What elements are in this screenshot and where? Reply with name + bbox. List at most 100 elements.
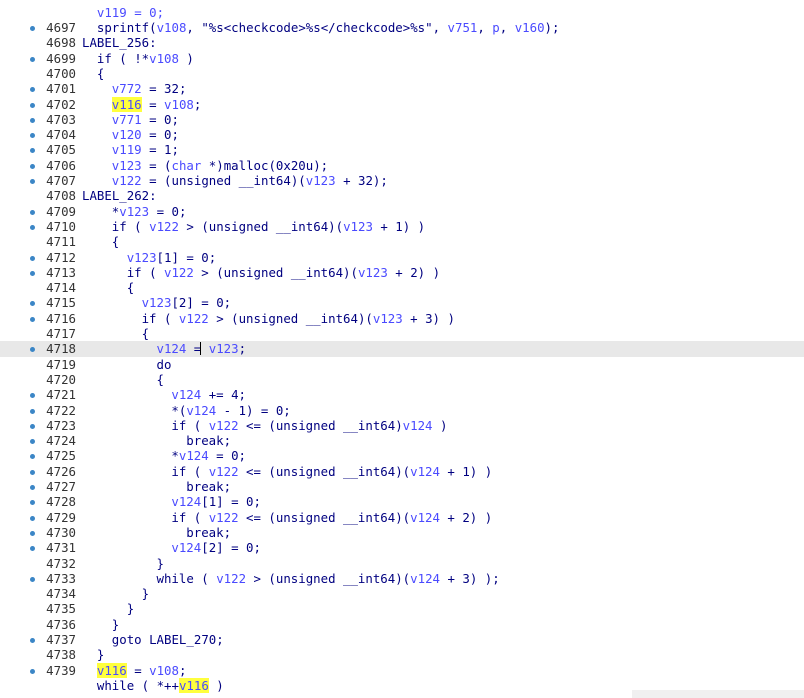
breakpoint-dot-icon[interactable]	[30, 255, 35, 261]
breakpoint-dot-icon[interactable]	[30, 485, 35, 490]
code-line[interactable]: 4731 v124[2] = 0;	[0, 540, 804, 555]
variable-token[interactable]: v124	[410, 464, 440, 479]
code-text[interactable]: break;	[186, 525, 231, 540]
code-line[interactable]: 4705 v119 = 1;	[0, 142, 804, 157]
variable-token[interactable]: v108	[149, 663, 179, 678]
code-text[interactable]: {	[97, 66, 104, 81]
code-line[interactable]: 4702 v116 = v108;	[0, 96, 804, 112]
variable-token[interactable]: v122	[209, 464, 239, 479]
code-text[interactable]: v772 = 32;	[112, 81, 187, 96]
variable-token[interactable]: v108	[149, 51, 179, 66]
code-text[interactable]: v123 = (char *)malloc(0x20u);	[112, 158, 328, 173]
breakpoint-dot-icon[interactable]	[30, 301, 35, 307]
code-line[interactable]: 4734}	[0, 586, 804, 601]
code-line[interactable]: 4708 LABEL_262:	[0, 188, 804, 203]
breakpoint-dot-icon[interactable]	[30, 576, 35, 582]
code-text[interactable]: v123[1] = 0;	[127, 250, 217, 265]
code-text[interactable]: if ( v122 <= (unsigned __int64)(v124 + 1…	[171, 464, 492, 479]
variable-token[interactable]: v122	[164, 265, 194, 280]
code-text[interactable]: }	[127, 601, 134, 616]
breakpoint-dot-icon[interactable]	[30, 179, 35, 184]
code-line[interactable]: 4704 v120 = 0;	[0, 127, 804, 142]
code-line[interactable]: 4729 if ( v122 <= (unsigned __int64)(v124…	[0, 510, 804, 525]
code-text[interactable]: if ( !*v108 )	[97, 51, 194, 66]
code-line[interactable]: 4712 v123[1] = 0;	[0, 250, 804, 265]
code-line[interactable]: 4723 if ( v122 <= (unsigned __int64)v124 …	[0, 418, 804, 433]
breakpoint-dot-icon[interactable]	[30, 546, 35, 552]
breakpoint-dot-icon[interactable]	[30, 347, 35, 353]
code-line[interactable]: 4713 if ( v122 > (unsigned __int64)(v123 …	[0, 265, 804, 280]
breakpoint-dot-icon[interactable]	[30, 393, 35, 399]
code-line[interactable]: 4739 v116 = v108;	[0, 662, 804, 678]
code-text[interactable]: break;	[186, 433, 231, 448]
code-line[interactable]: 4722 *(v124 - 1) = 0;	[0, 403, 804, 418]
code-line[interactable]: 4717 {	[0, 326, 804, 341]
breakpoint-dot-icon[interactable]	[30, 530, 35, 536]
breakpoint-dot-icon[interactable]	[30, 163, 35, 169]
code-text[interactable]: LABEL_256:	[82, 35, 157, 50]
variable-token[interactable]: v116	[178, 677, 209, 693]
code-text[interactable]: {	[127, 280, 134, 295]
variable-token[interactable]: v108	[164, 97, 194, 112]
variable-token[interactable]: v122	[209, 418, 239, 433]
code-text[interactable]: v123[2] = 0;	[142, 295, 232, 310]
code-text[interactable]: do	[157, 357, 172, 372]
variable-token[interactable]: v123	[127, 250, 157, 265]
code-line[interactable]: 4728 v124[1] = 0;	[0, 494, 804, 509]
breakpoint-dot-icon[interactable]	[30, 439, 35, 445]
code-text[interactable]: v116 = v108;	[96, 662, 186, 678]
variable-token[interactable]: v124	[171, 387, 201, 402]
code-text[interactable]: v122 = (unsigned __int64)(v123 + 32);	[112, 173, 388, 188]
variable-token[interactable]: v108	[157, 20, 187, 35]
variable-token[interactable]: v122	[149, 219, 179, 234]
variable-token[interactable]: v123	[373, 311, 403, 326]
code-line[interactable]: 4719 do	[0, 357, 804, 372]
code-text[interactable]: while ( v122 > (unsigned __int64)(v124 +…	[157, 571, 500, 586]
code-text[interactable]: }	[142, 586, 149, 601]
breakpoint-dot-icon[interactable]	[30, 668, 35, 674]
code-line[interactable]: 4726 if ( v122 <= (unsigned __int64)(v124…	[0, 464, 804, 479]
variable-token[interactable]: v124	[410, 571, 440, 586]
code-text[interactable]: sprintf(v108, "%s<checkcode>%s</checkcod…	[97, 20, 560, 35]
breakpoint-dot-icon[interactable]	[30, 209, 35, 215]
variable-token[interactable]: v122	[216, 571, 246, 586]
variable-token[interactable]: v122	[209, 510, 239, 525]
breakpoint-dot-icon[interactable]	[30, 454, 35, 460]
breakpoint-dot-icon[interactable]	[30, 117, 35, 123]
code-line[interactable]: 4732}	[0, 556, 804, 571]
code-text[interactable]: break;	[186, 479, 231, 494]
variable-token[interactable]: v122	[179, 311, 209, 326]
variable-token[interactable]: char	[171, 158, 201, 173]
code-line[interactable]: 4735}	[0, 601, 804, 616]
variable-token[interactable]: v124	[157, 341, 187, 356]
code-line[interactable]: 4721 v124 += 4;	[0, 387, 804, 402]
code-line[interactable]: 4709 *v123 = 0;	[0, 204, 804, 219]
variable-token[interactable]: v123	[119, 204, 149, 219]
code-line[interactable]: 4716 if ( v122 > (unsigned __int64)(v123 …	[0, 311, 804, 326]
code-text[interactable]: if ( v122 > (unsigned __int64)(v123 + 3)…	[142, 311, 455, 326]
code-text[interactable]: if ( v122 <= (unsigned __int64)(v124 + 2…	[171, 510, 492, 525]
variable-token[interactable]: v123	[142, 295, 172, 310]
code-line[interactable]: 4701 v772 = 32;	[0, 81, 804, 96]
breakpoint-dot-icon[interactable]	[30, 270, 35, 276]
variable-token[interactable]: v122	[112, 173, 142, 188]
breakpoint-dot-icon[interactable]	[30, 56, 35, 62]
code-text[interactable]: {	[157, 372, 164, 387]
code-text[interactable]: v124 += 4;	[171, 387, 246, 402]
code-line[interactable]: 4737 goto LABEL_270;	[0, 632, 804, 647]
variable-token[interactable]: v123	[112, 158, 142, 173]
horizontal-scrollbar[interactable]	[632, 690, 804, 698]
variable-token[interactable]: v124	[403, 418, 433, 433]
code-line[interactable]: 4714 {	[0, 280, 804, 295]
breakpoint-dot-icon[interactable]	[30, 408, 35, 414]
code-text[interactable]: goto LABEL_270;	[112, 632, 224, 647]
variable-token[interactable]: v751	[448, 20, 478, 35]
breakpoint-dot-icon[interactable]	[30, 638, 35, 643]
code-text[interactable]: if ( v122 > (unsigned __int64)(v123 + 1)…	[112, 219, 425, 234]
variable-token[interactable]: v116	[96, 662, 127, 678]
code-text[interactable]: *v123 = 0;	[112, 204, 187, 219]
breakpoint-dot-icon[interactable]	[30, 423, 35, 429]
code-text[interactable]: v116 = v108;	[111, 96, 201, 112]
variable-token[interactable]: v119	[112, 142, 142, 157]
breakpoint-dot-icon[interactable]	[30, 515, 35, 521]
